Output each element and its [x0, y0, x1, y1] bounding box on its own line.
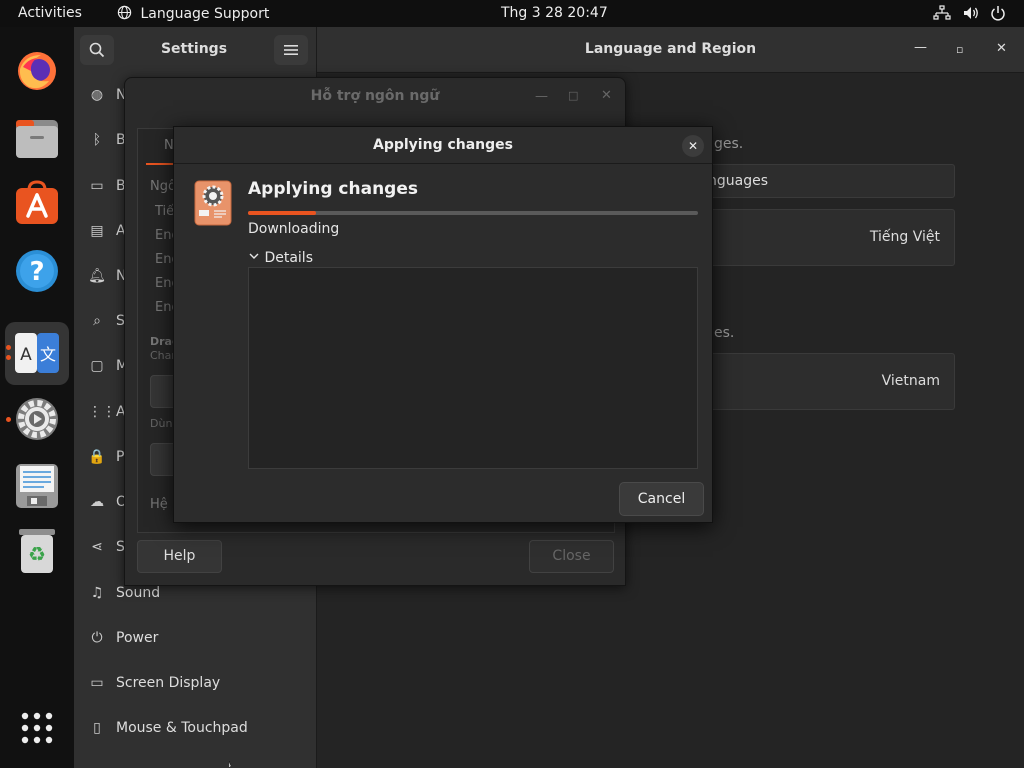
- svg-text:?: ?: [29, 257, 44, 287]
- text-editor-icon[interactable]: [13, 462, 61, 510]
- search-icon: [89, 42, 105, 58]
- firefox-icon[interactable]: [13, 47, 61, 95]
- volume-icon[interactable]: [962, 5, 980, 26]
- applying-changes-dialog: Applying changes ✕ Applying changes Down…: [173, 126, 713, 523]
- settings-title: Settings: [160, 41, 228, 57]
- appearance-icon: ▤: [90, 223, 104, 239]
- running-indicator: [6, 417, 11, 422]
- close-button[interactable]: Close: [529, 540, 614, 573]
- manage-languages-label: nguages: [708, 173, 769, 189]
- language-list-item[interactable]: Tiế: [155, 204, 174, 219]
- close-icon[interactable]: ✕: [996, 42, 1007, 56]
- network-wired-icon[interactable]: [933, 5, 951, 26]
- system-label: Hệ: [150, 497, 168, 512]
- language-support-icon[interactable]: A文: [13, 329, 61, 377]
- multitasking-icon: ▢: [90, 358, 104, 374]
- network-icon: ◍: [90, 87, 104, 103]
- maximize-icon[interactable]: □: [568, 89, 578, 103]
- search-button[interactable]: [80, 35, 114, 65]
- running-indicator: [6, 355, 11, 360]
- top-bar: Activities Language Support Thg 3 28 20:…: [0, 0, 1024, 27]
- settings-main-header: Language and Region — ▫ ✕: [317, 27, 1024, 73]
- minimize-icon[interactable]: —: [914, 41, 927, 55]
- sidebar-item-mouse[interactable]: ▯ Mouse & Touchpad: [74, 706, 317, 750]
- use-label: Dùn: [150, 417, 173, 430]
- settings-gear-icon[interactable]: [13, 395, 61, 443]
- clock[interactable]: Thg 3 28 20:47: [501, 5, 608, 22]
- menu-button[interactable]: [274, 35, 308, 65]
- app-center-icon[interactable]: [13, 179, 61, 227]
- sidebar-item-power[interactable]: ⏻ Power: [74, 616, 317, 660]
- chevron-down-icon: [249, 253, 259, 259]
- download-progress-bar: [248, 211, 698, 215]
- mouse-cursor-icon: [229, 761, 232, 768]
- close-icon[interactable]: ✕: [601, 89, 612, 103]
- close-icon[interactable]: ✕: [682, 135, 704, 157]
- language-value: Tiếng Việt: [869, 229, 940, 245]
- online-accounts-icon: ☁: [90, 494, 104, 510]
- language-description: ges.: [714, 136, 744, 152]
- help-button[interactable]: Help: [137, 540, 222, 573]
- sidebar-item-label: Sound: [116, 585, 161, 601]
- display-icon: ▭: [90, 675, 104, 691]
- cancel-button[interactable]: Cancel: [619, 482, 704, 516]
- privacy-icon: 🔒: [88, 449, 106, 465]
- search-icon: ⌕: [93, 313, 101, 329]
- sidebar-item-display[interactable]: ▭ Screen Display: [74, 661, 317, 705]
- trash-icon[interactable]: ♻: [13, 527, 61, 575]
- sidebar-item-label: Mouse & Touchpad: [116, 720, 248, 736]
- sidebar-item-label: Power: [116, 630, 159, 646]
- settings-sidebar-header: Settings: [74, 27, 317, 73]
- dock: ? A文 ♻: [0, 27, 74, 768]
- svg-text:♻: ♻: [28, 542, 46, 566]
- status-text: Downloading: [248, 221, 340, 237]
- restore-icon[interactable]: ▫: [956, 43, 963, 57]
- app-menu[interactable]: Language Support: [117, 5, 269, 23]
- svg-text:文: 文: [40, 345, 56, 364]
- apps-icon: ⋮⋮: [88, 404, 116, 420]
- app-menu-label: Language Support: [140, 6, 270, 22]
- hamburger-icon: [284, 45, 298, 55]
- power-icon: ⏻: [91, 630, 103, 646]
- formats-value: Vietnam: [881, 373, 940, 389]
- background-icon: ▭: [90, 178, 104, 194]
- files-icon[interactable]: [13, 114, 61, 162]
- sharing-icon: ⋖: [91, 539, 103, 555]
- sidebar-item-label: Screen Display: [116, 675, 221, 691]
- window-title: Hỗ trợ ngôn ngữ: [310, 88, 440, 104]
- show-apps-icon[interactable]: [13, 704, 61, 752]
- activities-button[interactable]: Activities: [18, 5, 82, 22]
- formats-description: es.: [714, 325, 735, 341]
- globe-icon: [117, 5, 132, 20]
- running-indicator: [6, 345, 11, 350]
- details-text-area[interactable]: [248, 267, 698, 469]
- help-icon[interactable]: ?: [13, 247, 61, 295]
- details-label: Details: [264, 250, 313, 266]
- svg-text:A: A: [20, 345, 32, 365]
- details-expander[interactable]: Details: [248, 250, 313, 266]
- dialog-header: Applying changes ✕: [174, 127, 712, 164]
- minimize-icon[interactable]: —: [535, 90, 548, 104]
- bluetooth-icon: ᛒ: [92, 132, 102, 148]
- mouse-icon: ▯: [93, 720, 101, 736]
- progress-fill: [248, 211, 316, 215]
- notifications-icon: 🔔︎: [88, 268, 106, 284]
- dialog-heading: Applying changes: [248, 179, 418, 199]
- power-icon[interactable]: [990, 5, 1006, 26]
- package-updater-icon: [194, 180, 232, 226]
- dialog-title: Applying changes: [373, 137, 513, 153]
- sound-icon: ♫: [90, 585, 104, 601]
